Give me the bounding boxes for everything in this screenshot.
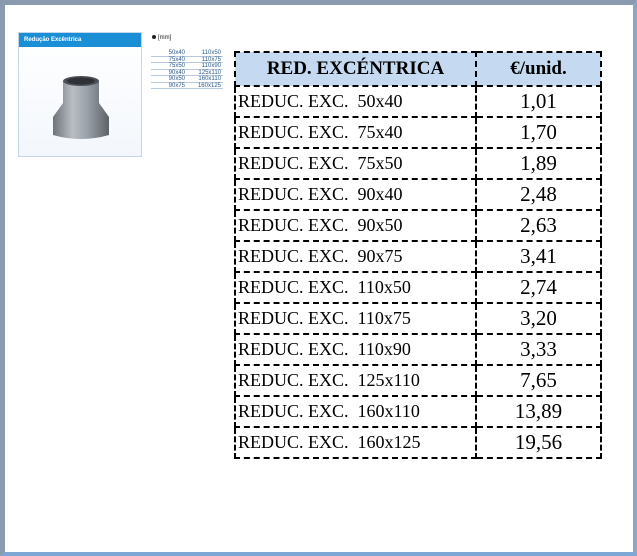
table-row: REDUC. EXC. 160x125 19,56 [234, 426, 602, 459]
table-header-row: RED. EXCÉNTRICA €/unid. [234, 51, 602, 87]
table-row: REDUC. EXC. 160x110 13,89 [234, 395, 602, 428]
product-cell: REDUC. EXC. 90x50 [234, 209, 477, 242]
price-table: RED. EXCÉNTRICA €/unid. REDUC. EXC. 50x4… [234, 51, 602, 459]
table-row: REDUC. EXC. 110x75 3,20 [234, 302, 602, 335]
column-header-product: RED. EXCÉNTRICA [234, 51, 477, 87]
price-cell: 7,65 [475, 364, 602, 397]
column-header-price: €/unid. [475, 51, 602, 87]
price-cell: 2,63 [475, 209, 602, 242]
table-row: REDUC. EXC. 90x50 2,63 [234, 209, 602, 242]
table-row: REDUC. EXC. 110x90 3,33 [234, 333, 602, 366]
price-cell: 3,33 [475, 333, 602, 366]
dimension-header: [mm] [152, 33, 171, 43]
price-cell: 1,89 [475, 147, 602, 180]
table-row: REDUC. EXC. 50x40 1,01 [234, 85, 602, 118]
price-cell: 13,89 [475, 395, 602, 428]
document-frame: Redução Excêntrica [mm] 50x40 110x50 75x4… [0, 0, 637, 556]
price-cell: 1,70 [475, 116, 602, 149]
product-cell: REDUC. EXC. 125x110 [234, 364, 477, 397]
product-card: Redução Excêntrica [18, 32, 142, 157]
product-cell: REDUC. EXC. 75x50 [234, 147, 477, 180]
dimension-list: 50x40 110x50 75x40 110x75 75x50 110x90 90x4… [151, 50, 224, 89]
unit-label: [mm] [158, 35, 172, 41]
product-cell: REDUC. EXC. 110x90 [234, 333, 477, 366]
price-cell: 2,74 [475, 271, 602, 304]
product-cell: REDUC. EXC. 110x50 [234, 271, 477, 304]
dimension-cell: 90x75 [151, 83, 187, 89]
table-row: REDUC. EXC. 90x75 3,41 [234, 240, 602, 273]
dimension-row: 90x75 160x125 [151, 83, 224, 89]
product-cell: REDUC. EXC. 160x110 [234, 395, 477, 428]
pipe-reducer-image [53, 76, 109, 139]
table-row: REDUC. EXC. 75x40 1,70 [234, 116, 602, 149]
price-cell: 3,20 [475, 302, 602, 335]
price-cell: 3,41 [475, 240, 602, 273]
dimension-cell: 160x125 [187, 83, 223, 89]
price-cell: 1,01 [475, 85, 602, 118]
product-cell: REDUC. EXC. 110x75 [234, 302, 477, 335]
table-row: REDUC. EXC. 90x40 2,48 [234, 178, 602, 211]
product-cell: REDUC. EXC. 90x75 [234, 240, 477, 273]
product-cell: REDUC. EXC. 160x125 [234, 426, 477, 459]
product-cell: REDUC. EXC. 50x40 [234, 85, 477, 118]
table-row: REDUC. EXC. 110x50 2,74 [234, 271, 602, 304]
product-cell: REDUC. EXC. 75x40 [234, 116, 477, 149]
product-cell: REDUC. EXC. 90x40 [234, 178, 477, 211]
price-cell: 19,56 [475, 426, 602, 459]
price-cell: 2,48 [475, 178, 602, 211]
table-row: REDUC. EXC. 75x50 1,89 [234, 147, 602, 180]
diameter-bullet-icon [152, 35, 156, 40]
table-row: REDUC. EXC. 125x110 7,65 [234, 364, 602, 397]
product-card-title: Redução Excêntrica [19, 33, 141, 47]
